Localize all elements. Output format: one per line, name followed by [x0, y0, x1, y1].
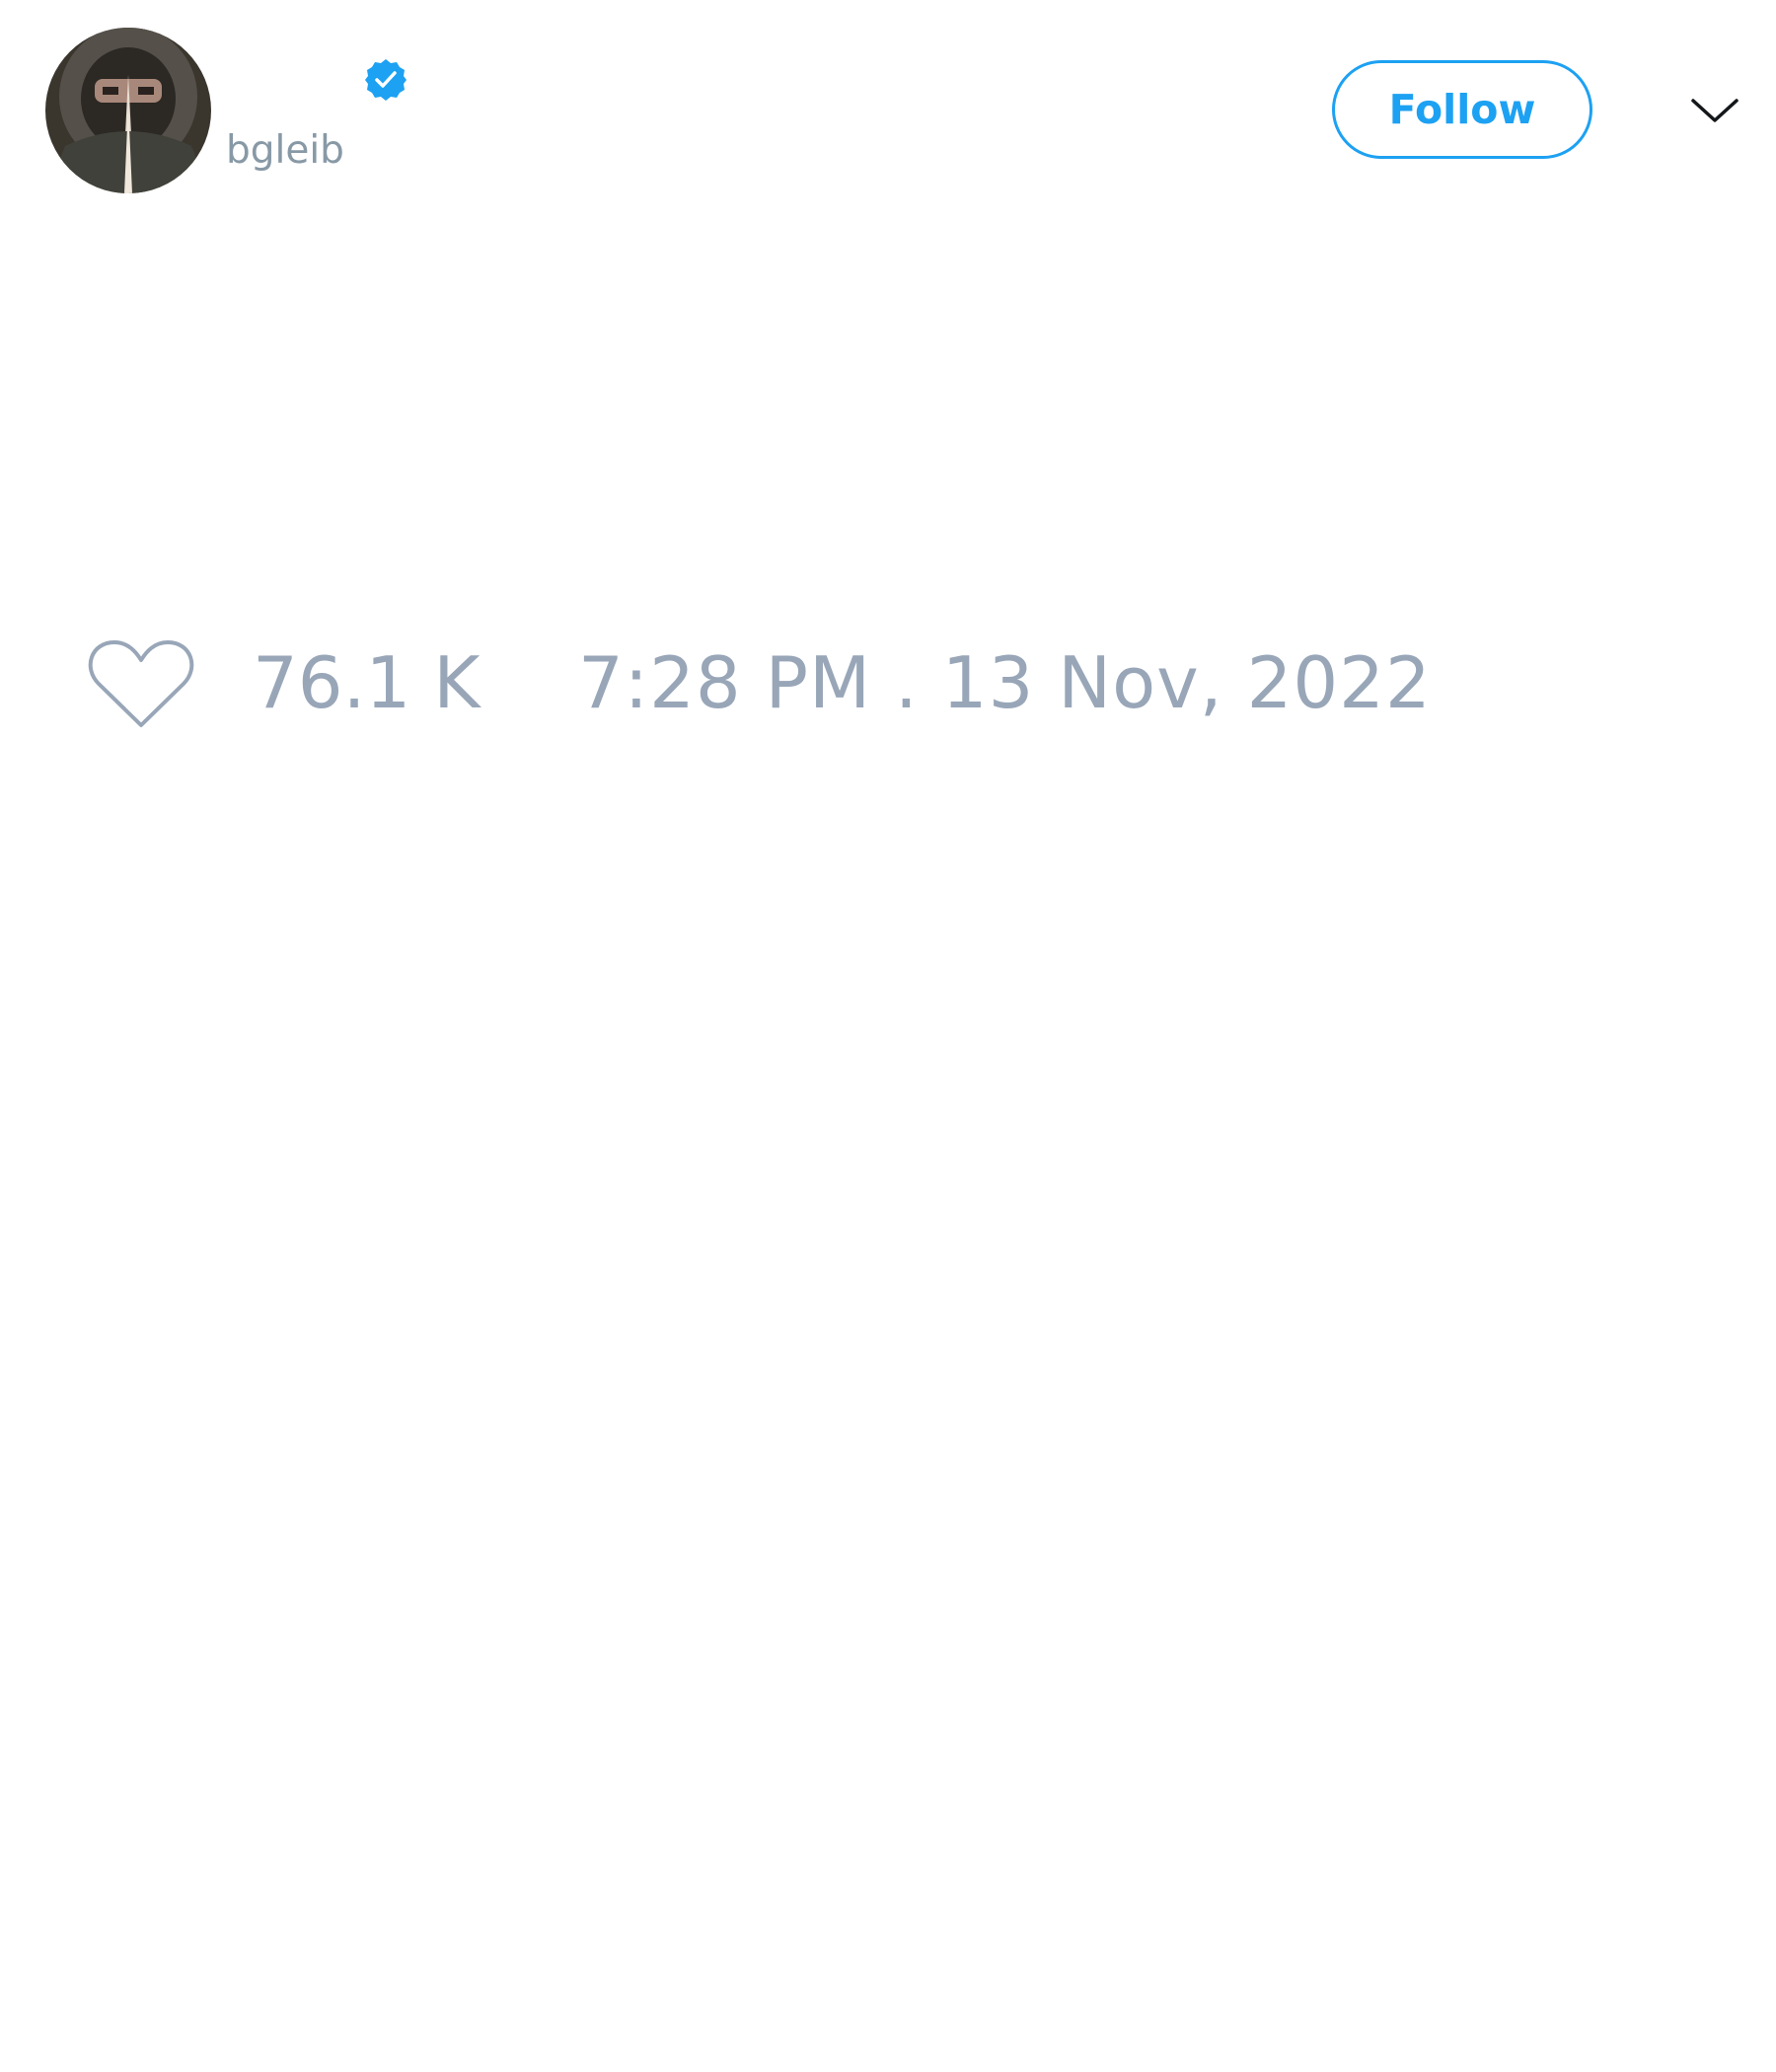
avatar-image: [45, 28, 211, 193]
user-handle[interactable]: bgleib: [226, 128, 344, 174]
follow-button[interactable]: Follow: [1332, 60, 1592, 159]
tweet-actions-row: 76.1 K 7:28 PM . 13 Nov, 2022: [0, 631, 1776, 730]
tweet-timestamp[interactable]: 7:28 PM . 13 Nov, 2022: [578, 641, 1432, 724]
verified-badge-icon: [363, 57, 408, 103]
user-avatar[interactable]: [45, 28, 211, 193]
chevron-down-icon[interactable]: [1689, 91, 1740, 130]
tweet-card: bgleib Follow 76.1 K 7:28 PM . 13 Nov, 2…: [0, 0, 1776, 2072]
heart-outline-icon[interactable]: [87, 636, 195, 731]
like-count: 76.1 K: [253, 641, 481, 724]
